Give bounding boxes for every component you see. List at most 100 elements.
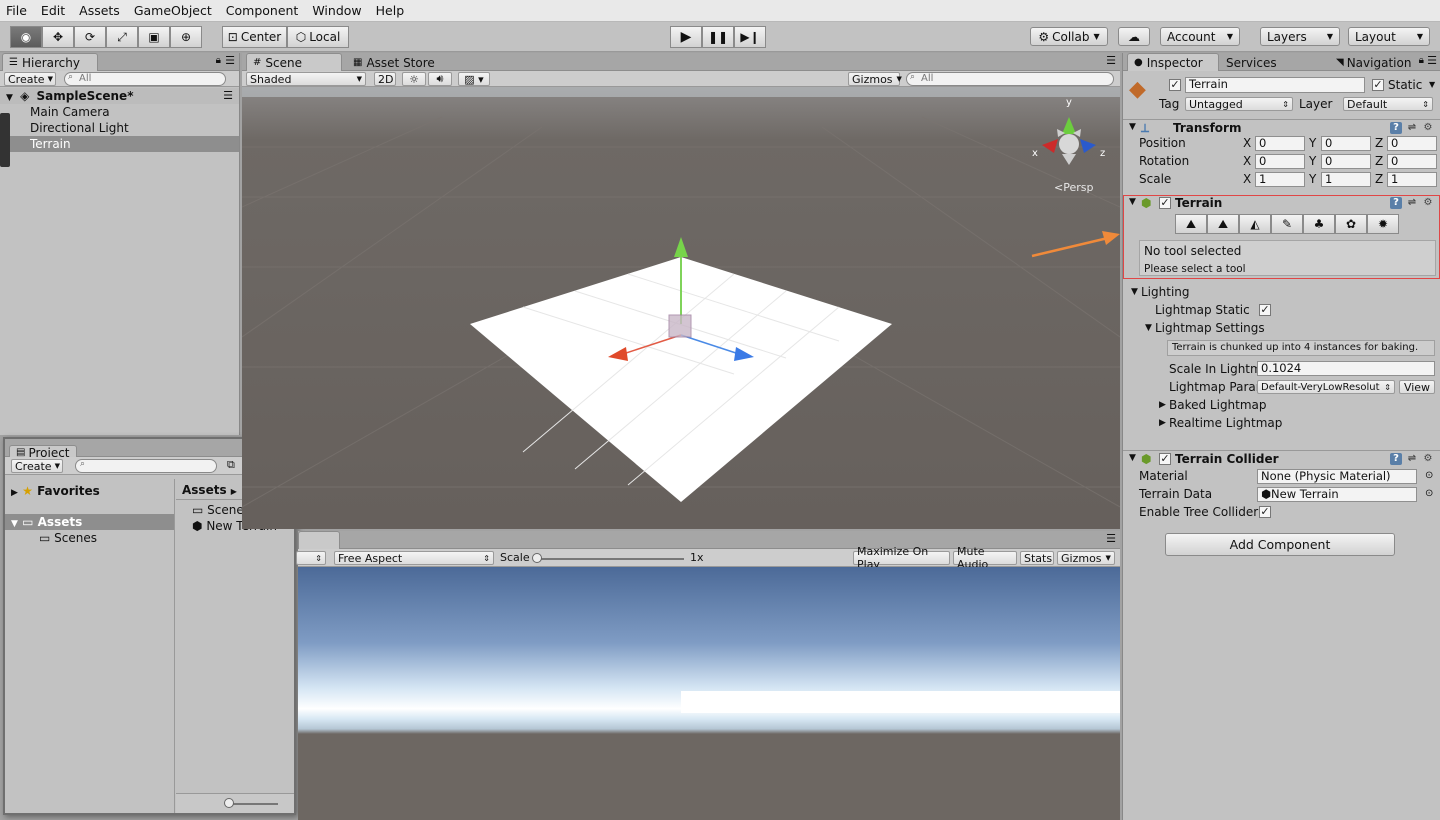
scene-search-input[interactable]: All [906, 72, 1114, 86]
scenes-folder-row[interactable]: ▭ Scenes [5, 530, 174, 546]
scale-slider-thumb[interactable] [532, 553, 542, 563]
baked-lightmap-label[interactable]: Baked Lightmap [1169, 397, 1267, 413]
center-button[interactable]: ⊡ Center [222, 26, 287, 48]
local-button[interactable]: ⬡ Local [287, 26, 349, 48]
hierarchy-create-dropdown[interactable]: Create ▼ [4, 72, 56, 86]
terrain-collider-header[interactable]: ▼ ⬢ ✓ Terrain Collider ? ⇌ ⚙ [1123, 450, 1440, 468]
hierarchy-item-terrain[interactable]: Terrain [0, 136, 239, 152]
object-picker-icon[interactable]: ⊙ [1425, 470, 1433, 481]
step-icon[interactable]: ▶❙ [734, 26, 766, 48]
menu-help[interactable]: Help [376, 3, 405, 18]
layout-dropdown[interactable]: Layout ▼ [1348, 27, 1430, 46]
favorites-row[interactable]: ▶ ★ Favorites [5, 483, 174, 499]
object-active-checkbox[interactable]: ✓ [1169, 79, 1181, 91]
gizmos-dropdown[interactable]: Gizmos ▼ [848, 72, 902, 86]
tab-game[interactable] [298, 531, 340, 549]
add-component-button[interactable]: Add Component [1165, 533, 1395, 556]
transform-y-field[interactable]: 0 [1321, 154, 1371, 169]
triangle-down-icon[interactable]: ▼ [1131, 287, 1138, 297]
tab-asset-store[interactable]: ▦ Asset Store [346, 53, 446, 71]
smooth-height-icon[interactable]: ◭ [1239, 214, 1271, 234]
rect-tool-icon[interactable]: ▣ [138, 26, 170, 48]
menu-window[interactable]: Window [312, 3, 361, 18]
scene-row[interactable]: ▼ ◈ SampleScene* ☰ [0, 88, 239, 104]
static-dropdown-icon[interactable]: ▼ [1429, 80, 1435, 89]
menu-assets[interactable]: Assets [79, 3, 120, 18]
scene-menu-icon[interactable]: ☰ [223, 88, 233, 104]
transform-z-field[interactable]: 0 [1387, 154, 1437, 169]
scale-tool-icon[interactable]: ⤢ [106, 26, 138, 48]
object-name-field[interactable]: Terrain [1185, 77, 1365, 93]
menu-icon[interactable]: ☰ [1106, 532, 1116, 545]
transform-y-field[interactable]: 1 [1321, 172, 1371, 187]
static-checkbox[interactable]: ✓ [1372, 79, 1384, 91]
triangle-right-icon[interactable]: ▶ [1159, 418, 1166, 428]
stats-toggle[interactable]: Stats [1020, 551, 1054, 565]
project-create-dropdown[interactable]: Create ▼ [11, 459, 63, 473]
help-icon[interactable]: ? [1390, 122, 1402, 134]
lock-icon[interactable]: 🔒︎ [216, 55, 221, 66]
game-viewport[interactable] [298, 567, 1120, 820]
aspect-dropdown[interactable]: Free Aspect ⇕ [334, 551, 494, 565]
gear-icon[interactable]: ⚙ [1422, 453, 1434, 465]
audio-toggle-icon[interactable]: 🔊︎ [428, 72, 452, 86]
scene-viewport[interactable]: y x z <Persp [242, 87, 1120, 529]
terrain-settings-icon[interactable]: ✹ [1367, 214, 1399, 234]
game-gizmos-dropdown[interactable]: Gizmos ▼ [1057, 551, 1115, 565]
triangle-down-icon[interactable]: ▼ [1145, 323, 1152, 333]
display-dropdown[interactable]: ⇕ [296, 551, 326, 565]
collider-enabled-checkbox[interactable]: ✓ [1159, 453, 1171, 465]
play-icon[interactable]: ▶ [670, 26, 702, 48]
tag-dropdown[interactable]: Untagged ⇕ [1185, 97, 1293, 111]
preset-icon[interactable]: ⇌ [1406, 453, 1418, 465]
preset-icon[interactable]: ⇌ [1406, 122, 1418, 134]
place-trees-icon[interactable]: ♣ [1303, 214, 1335, 234]
realtime-lightmap-label[interactable]: Realtime Lightmap [1169, 415, 1282, 431]
move-tool-icon[interactable]: ✥ [42, 26, 74, 48]
help-icon[interactable]: ? [1390, 453, 1402, 465]
paint-texture-icon[interactable]: ✎ [1271, 214, 1303, 234]
scale-slider[interactable] [536, 558, 684, 560]
tree-collider-checkbox[interactable]: ✓ [1259, 506, 1271, 518]
rotate-tool-icon[interactable]: ⟳ [74, 26, 106, 48]
transform-y-field[interactable]: 0 [1321, 136, 1371, 151]
transform-x-field[interactable]: 0 [1255, 136, 1305, 151]
shading-dropdown[interactable]: Shaded ▼ [246, 72, 366, 86]
terrain-enabled-checkbox[interactable]: ✓ [1159, 197, 1171, 209]
menu-file[interactable]: File [6, 3, 27, 18]
lock-icon[interactable]: 🔒︎ [1419, 55, 1424, 66]
menu-icon[interactable]: ☰ [225, 54, 235, 67]
layers-dropdown[interactable]: Layers ▼ [1260, 27, 1340, 46]
hierarchy-item-main-camera[interactable]: Main Camera [0, 104, 239, 120]
preset-icon[interactable]: ⇌ [1406, 197, 1418, 209]
view-button[interactable]: View [1399, 380, 1435, 394]
pause-icon[interactable]: ❚❚ [702, 26, 734, 48]
assets-row[interactable]: ▼ ▭ Assets [5, 514, 174, 530]
paint-details-icon[interactable]: ✿ [1335, 214, 1367, 234]
layer-dropdown[interactable]: Default ⇕ [1343, 97, 1433, 111]
tab-hierarchy[interactable]: ☰ Hierarchy [2, 53, 98, 71]
tab-navigation[interactable]: ◥ Navigation [1329, 53, 1419, 71]
hierarchy-item-directional-light[interactable]: Directional Light [0, 120, 239, 136]
transform-x-field[interactable]: 1 [1255, 172, 1305, 187]
menu-component[interactable]: Component [226, 3, 299, 18]
scale-in-lightmap-field[interactable]: 0.1024 [1257, 361, 1435, 376]
filter-type-icon[interactable]: ⧉ [227, 458, 235, 472]
effects-dropdown-icon[interactable]: ▨ ▾ [458, 72, 490, 86]
help-icon[interactable]: ? [1390, 197, 1402, 209]
tab-scene[interactable]: # Scene [246, 53, 342, 71]
gear-icon[interactable]: ⚙ [1422, 122, 1434, 134]
transform-tool-icon[interactable]: ⊕ [170, 26, 202, 48]
tab-inspector[interactable]: ● Inspector [1127, 53, 1219, 71]
persp-label[interactable]: <Persp [1054, 181, 1093, 194]
lightmap-static-checkbox[interactable]: ✓ [1259, 304, 1271, 316]
maximize-on-play-toggle[interactable]: Maximize On Play [853, 545, 950, 571]
object-picker-icon[interactable]: ⊙ [1425, 488, 1433, 499]
hand-tool-icon[interactable]: ◉ [10, 26, 42, 48]
raise-terrain-icon[interactable]: ⛰ [1175, 214, 1207, 234]
lightmap-param-dropdown[interactable]: Default-VeryLowResolut ⇕ [1257, 380, 1395, 394]
account-dropdown[interactable]: Account ▼ [1160, 27, 1240, 46]
mute-audio-toggle[interactable]: Mute Audio [953, 545, 1017, 571]
hierarchy-search-input[interactable]: All [64, 72, 226, 86]
menu-edit[interactable]: Edit [41, 3, 65, 18]
